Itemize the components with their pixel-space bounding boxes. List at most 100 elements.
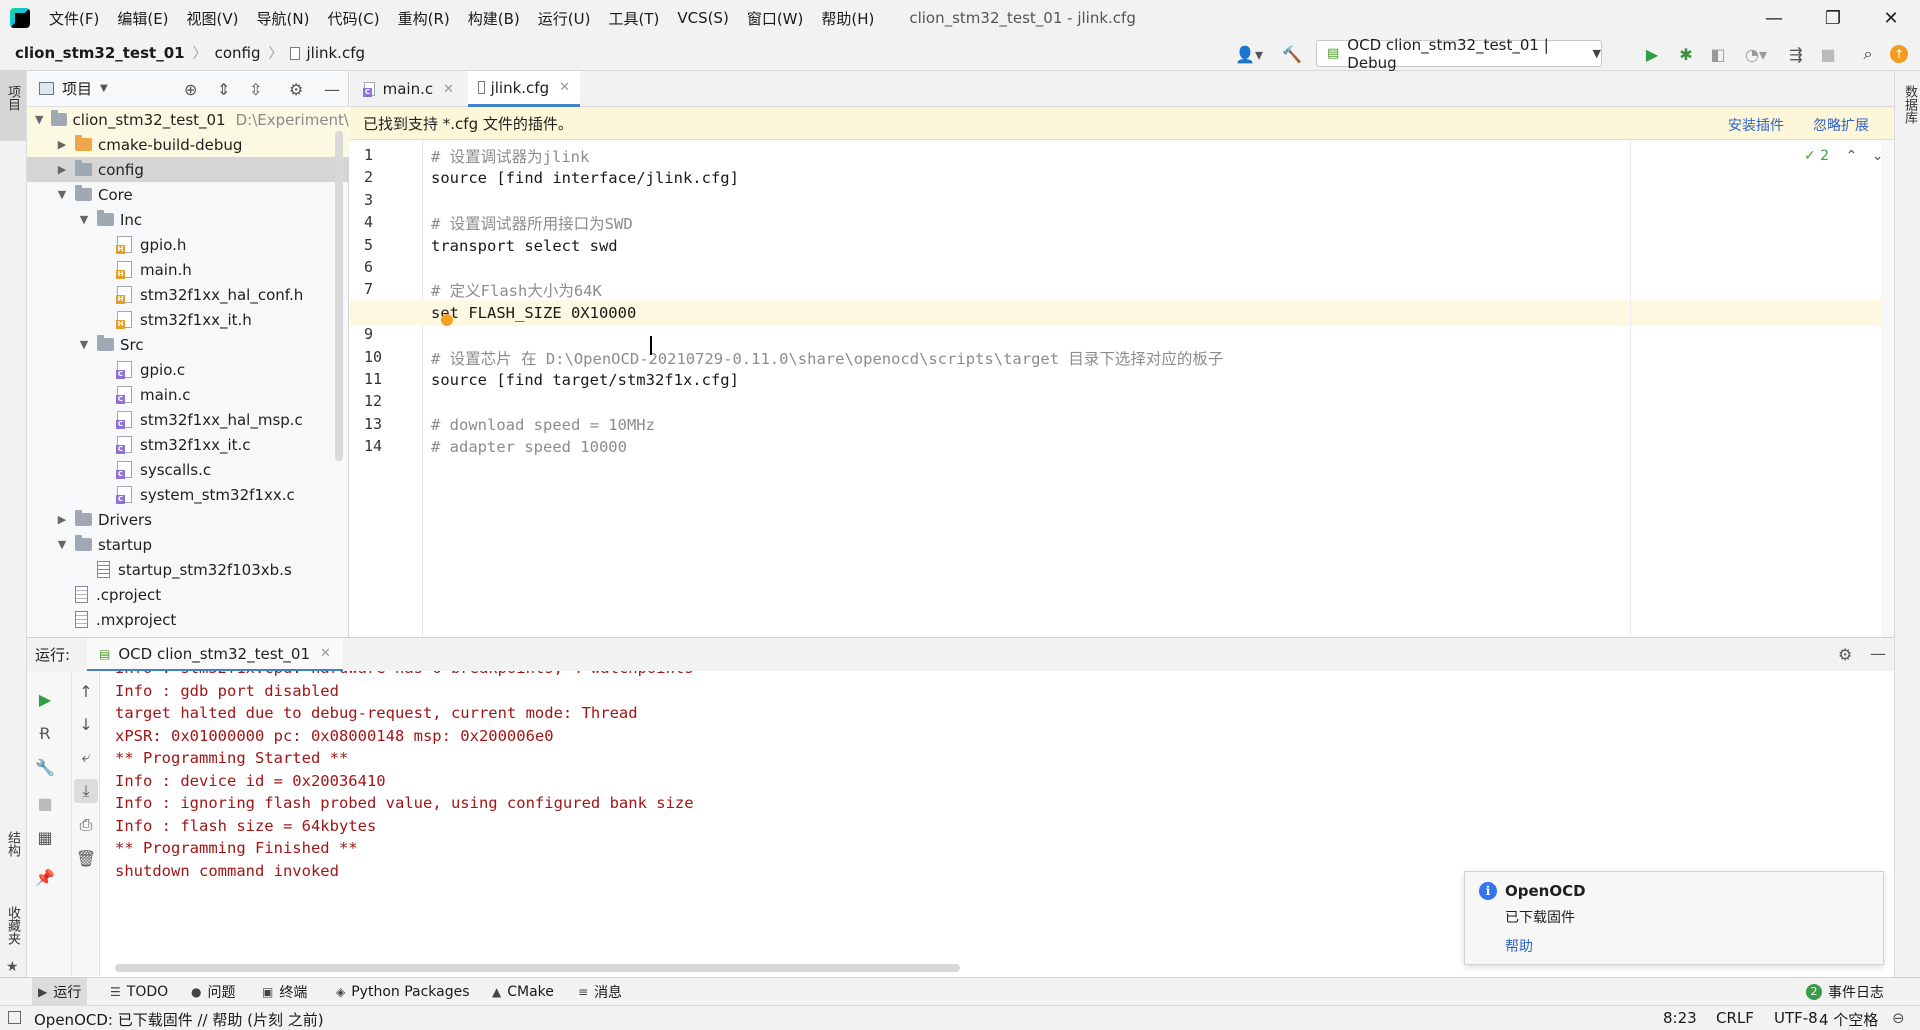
tree-item[interactable]: ▼ Src xyxy=(27,332,349,357)
close-tab-icon[interactable]: ✕ xyxy=(559,80,570,95)
chevron-up-icon[interactable]: ⌃ xyxy=(1846,148,1858,164)
breadcrumb-file[interactable]: jlink.cfg xyxy=(306,44,365,62)
close-button[interactable]: ✕ xyxy=(1862,0,1920,36)
breadcrumb-folder[interactable]: config xyxy=(215,44,261,62)
arrow-up-icon[interactable]: ↑ xyxy=(76,681,96,701)
tree-item[interactable]: system_stm32f1xx.c xyxy=(27,482,349,507)
chevron-down-icon[interactable]: ▼ xyxy=(55,538,69,551)
rerun-failed-icon[interactable]: Ɍ xyxy=(35,723,55,743)
menu-edit[interactable]: 编辑(E) xyxy=(108,8,177,29)
tree-item[interactable]: stm32f1xx_hal_conf.h xyxy=(27,282,349,307)
code-editor[interactable]: # 设置调试器为jlink source [find interface/jlin… xyxy=(350,140,1881,637)
stop-icon[interactable]: ■ xyxy=(35,793,55,813)
menu-vcs[interactable]: VCS(S) xyxy=(668,9,737,27)
chevron-down-icon[interactable]: ▼ xyxy=(77,213,91,226)
chevron-down-icon[interactable]: ▼ xyxy=(33,113,45,126)
project-tool-tab[interactable]: 项目 xyxy=(3,85,22,111)
project-view-label[interactable]: 项目 xyxy=(62,78,92,99)
expand-all-icon[interactable]: ⇕ xyxy=(217,80,230,99)
menu-refactor[interactable]: 重构(R) xyxy=(389,8,459,29)
wrench-icon[interactable]: 🔧 xyxy=(35,757,55,777)
pin-icon[interactable]: 📌 xyxy=(35,867,55,887)
run-icon[interactable]: ▶ xyxy=(1642,44,1662,64)
tool-messages[interactable]: ≡ 消息 xyxy=(572,978,628,1006)
tool-cmake[interactable]: ▲ CMake xyxy=(486,978,560,1006)
tree-item[interactable]: startup_stm32f103xb.s xyxy=(27,557,349,582)
soft-wrap-icon[interactable]: ⤶ xyxy=(76,747,96,767)
build-hammer-icon[interactable]: 🔨 xyxy=(1282,44,1302,64)
indent-setting[interactable]: 4 个空格 xyxy=(1819,1009,1878,1030)
hide-panel-icon[interactable]: — xyxy=(324,80,340,99)
menu-tools[interactable]: 工具(T) xyxy=(599,8,668,29)
debug-icon[interactable]: ✱ xyxy=(1676,44,1696,64)
install-plugin-link[interactable]: 安装插件 xyxy=(1728,115,1784,135)
locate-icon[interactable]: ⊕ xyxy=(184,80,197,99)
print-icon[interactable]: ⎙ xyxy=(76,815,96,835)
structure-tool-tab[interactable]: 结构 xyxy=(3,831,22,857)
minimize-button[interactable]: — xyxy=(1745,0,1803,36)
search-icon[interactable]: ⌕ xyxy=(1858,44,1878,64)
menu-window[interactable]: 窗口(W) xyxy=(738,8,813,29)
menu-code[interactable]: 代码(C) xyxy=(318,8,388,29)
run-tab[interactable]: ▤ OCD clion_stm32_test_01 ✕ xyxy=(87,638,343,672)
tree-item[interactable]: .cproject xyxy=(27,582,349,607)
trash-icon[interactable]: 🗑 xyxy=(76,848,96,868)
tree-item[interactable]: ▼ Inc xyxy=(27,207,349,232)
bookmarks-tool-tab[interactable]: 收藏夹 xyxy=(3,906,22,945)
tree-item[interactable]: gpio.h xyxy=(27,232,349,257)
lock-icon[interactable]: ⊖ xyxy=(1892,1009,1905,1027)
arrow-down-icon[interactable]: ↓ xyxy=(76,714,96,734)
tool-event-log[interactable]: 2 事件日志 xyxy=(1800,978,1890,1006)
profile-icon[interactable]: ◔▾ xyxy=(1738,44,1774,64)
tree-item[interactable]: ▼ Core xyxy=(27,182,349,207)
menu-view[interactable]: 视图(V) xyxy=(178,8,248,29)
tree-item[interactable]: stm32f1xx_it.h xyxy=(27,307,349,332)
tool-terminal[interactable]: ▣ 终端 xyxy=(256,978,313,1006)
collapse-all-icon[interactable]: ⇳ xyxy=(249,80,262,99)
menu-file[interactable]: 文件(F) xyxy=(40,8,108,29)
notification-help-link[interactable]: 帮助 xyxy=(1505,936,1533,956)
menu-navigate[interactable]: 导航(N) xyxy=(248,8,319,29)
user-icon[interactable]: 👤▾ xyxy=(1232,44,1266,64)
restore-button[interactable]: ❐ xyxy=(1804,0,1862,36)
tab-main-c[interactable]: main.c ✕ xyxy=(354,71,464,107)
chevron-right-icon[interactable]: ▶ xyxy=(55,513,69,526)
coverage-icon[interactable]: ◧ xyxy=(1708,44,1728,64)
tool-run[interactable]: ▶ 运行 xyxy=(32,978,88,1006)
stop-icon[interactable]: ■ xyxy=(1818,44,1838,64)
chevron-down-icon[interactable]: ▼ xyxy=(55,188,69,201)
line-separator[interactable]: CRLF xyxy=(1716,1009,1754,1027)
chevron-right-icon[interactable]: ▶ xyxy=(55,138,69,151)
editor-scrollbar[interactable] xyxy=(1881,140,1894,637)
intention-bulb-icon[interactable] xyxy=(441,314,453,326)
tool-python-packages[interactable]: ◈ Python Packages xyxy=(330,978,476,1006)
rerun-icon[interactable]: ▶ xyxy=(35,689,55,709)
tree-item[interactable]: ▶ Drivers xyxy=(27,507,349,532)
chevron-down-icon[interactable]: ▼ xyxy=(100,83,108,94)
attach-icon[interactable]: ⇶ xyxy=(1786,44,1806,64)
tree-item[interactable]: ▶ config xyxy=(27,157,349,182)
menu-build[interactable]: 构建(B) xyxy=(459,8,529,29)
tree-item[interactable]: main.h xyxy=(27,257,349,282)
tree-item[interactable]: ▶ cmake-build-debug xyxy=(27,132,349,157)
tree-item[interactable]: ▼ startup xyxy=(27,532,349,557)
console-horizontal-scrollbar[interactable] xyxy=(115,964,960,972)
tree-item[interactable]: .mxproject xyxy=(27,607,349,632)
tree-item[interactable]: syscalls.c xyxy=(27,457,349,482)
close-tab-icon[interactable]: ✕ xyxy=(443,82,454,97)
tree-item[interactable]: main.c xyxy=(27,382,349,407)
database-tool-tab[interactable]: 数据库 xyxy=(1900,85,1919,124)
menu-help[interactable]: 帮助(H) xyxy=(812,8,883,29)
gear-icon[interactable]: ⚙ xyxy=(289,80,303,99)
tool-problems[interactable]: ● 问题 xyxy=(185,978,241,1006)
tree-item[interactable]: gpio.c xyxy=(27,357,349,382)
hide-panel-icon[interactable]: — xyxy=(1870,644,1886,663)
tab-jlink-cfg[interactable]: jlink.cfg ✕ xyxy=(468,71,580,107)
caret-position[interactable]: 8:23 xyxy=(1663,1009,1697,1027)
layout-icon[interactable]: ▦ xyxy=(35,827,55,847)
status-message[interactable]: OpenOCD: 已下载固件 // 帮助 (片刻 之前) xyxy=(34,1009,324,1030)
tree-item[interactable]: ▼ clion_stm32_test_01 D:\Experiment\ xyxy=(27,107,349,132)
chevron-down-icon[interactable]: ▼ xyxy=(77,338,91,351)
chevron-right-icon[interactable]: ▶ xyxy=(55,163,69,176)
tree-scrollbar[interactable] xyxy=(335,131,343,461)
